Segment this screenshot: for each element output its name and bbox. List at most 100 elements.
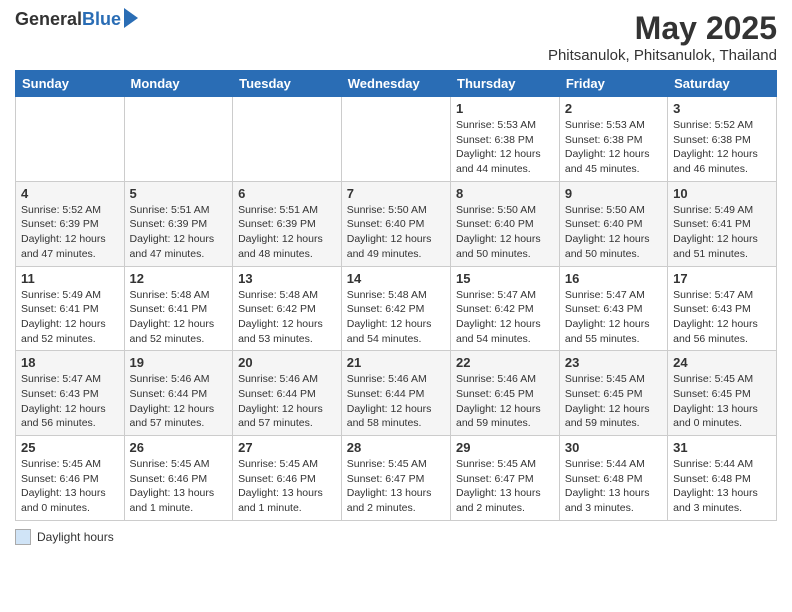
calendar-cell: 10 Sunrise: 5:49 AMSunset: 6:41 PMDayligh… xyxy=(668,181,777,266)
calendar-header-monday: Monday xyxy=(124,71,233,97)
day-detail: Sunrise: 5:44 AMSunset: 6:48 PMDaylight:… xyxy=(673,457,771,516)
calendar-header-thursday: Thursday xyxy=(451,71,560,97)
calendar-cell: 9 Sunrise: 5:50 AMSunset: 6:40 PMDaylight… xyxy=(559,181,667,266)
calendar-header-wednesday: Wednesday xyxy=(341,71,450,97)
calendar-cell xyxy=(16,97,125,182)
calendar-cell: 22 Sunrise: 5:46 AMSunset: 6:45 PMDayligh… xyxy=(451,351,560,436)
day-detail: Sunrise: 5:49 AMSunset: 6:41 PMDaylight:… xyxy=(21,288,119,347)
day-number: 7 xyxy=(347,186,445,201)
logo-blue: Blue xyxy=(82,10,121,30)
legend: Daylight hours xyxy=(15,529,777,545)
day-detail: Sunrise: 5:45 AMSunset: 6:46 PMDaylight:… xyxy=(238,457,336,516)
day-detail: Sunrise: 5:47 AMSunset: 6:43 PMDaylight:… xyxy=(565,288,662,347)
calendar-cell: 21 Sunrise: 5:46 AMSunset: 6:44 PMDayligh… xyxy=(341,351,450,436)
day-number: 30 xyxy=(565,440,662,455)
day-number: 31 xyxy=(673,440,771,455)
day-detail: Sunrise: 5:45 AMSunset: 6:46 PMDaylight:… xyxy=(130,457,228,516)
day-number: 28 xyxy=(347,440,445,455)
day-detail: Sunrise: 5:44 AMSunset: 6:48 PMDaylight:… xyxy=(565,457,662,516)
calendar-cell: 31 Sunrise: 5:44 AMSunset: 6:48 PMDayligh… xyxy=(668,436,777,521)
calendar-cell: 15 Sunrise: 5:47 AMSunset: 6:42 PMDayligh… xyxy=(451,266,560,351)
day-number: 8 xyxy=(456,186,554,201)
day-number: 4 xyxy=(21,186,119,201)
day-number: 23 xyxy=(565,355,662,370)
calendar-cell: 4 Sunrise: 5:52 AMSunset: 6:39 PMDaylight… xyxy=(16,181,125,266)
logo-arrow-icon xyxy=(124,8,138,28)
calendar-cell: 16 Sunrise: 5:47 AMSunset: 6:43 PMDayligh… xyxy=(559,266,667,351)
day-number: 2 xyxy=(565,101,662,116)
day-detail: Sunrise: 5:45 AMSunset: 6:45 PMDaylight:… xyxy=(673,372,771,431)
calendar-cell: 5 Sunrise: 5:51 AMSunset: 6:39 PMDaylight… xyxy=(124,181,233,266)
calendar-header-tuesday: Tuesday xyxy=(233,71,342,97)
day-number: 3 xyxy=(673,101,771,116)
day-detail: Sunrise: 5:52 AMSunset: 6:38 PMDaylight:… xyxy=(673,118,771,177)
day-detail: Sunrise: 5:46 AMSunset: 6:45 PMDaylight:… xyxy=(456,372,554,431)
calendar-cell: 19 Sunrise: 5:46 AMSunset: 6:44 PMDayligh… xyxy=(124,351,233,436)
day-detail: Sunrise: 5:48 AMSunset: 6:42 PMDaylight:… xyxy=(238,288,336,347)
calendar-cell: 2 Sunrise: 5:53 AMSunset: 6:38 PMDaylight… xyxy=(559,97,667,182)
calendar-cell: 26Sunrise: 5:45 AMSunset: 6:46 PMDayligh… xyxy=(124,436,233,521)
day-detail: Sunrise: 5:46 AMSunset: 6:44 PMDaylight:… xyxy=(130,372,228,431)
day-detail: Sunrise: 5:46 AMSunset: 6:44 PMDaylight:… xyxy=(238,372,336,431)
calendar-cell: 27Sunrise: 5:45 AMSunset: 6:46 PMDayligh… xyxy=(233,436,342,521)
calendar-cell: 30 Sunrise: 5:44 AMSunset: 6:48 PMDayligh… xyxy=(559,436,667,521)
calendar-cell: 6 Sunrise: 5:51 AMSunset: 6:39 PMDaylight… xyxy=(233,181,342,266)
legend-label: Daylight hours xyxy=(37,530,114,544)
page-subtitle: Phitsanulok, Phitsanulok, Thailand xyxy=(548,47,777,64)
calendar-week-row: 1Sunrise: 5:53 AMSunset: 6:38 PMDaylight… xyxy=(16,97,777,182)
day-number: 6 xyxy=(238,186,336,201)
calendar-cell xyxy=(233,97,342,182)
calendar-cell: 8 Sunrise: 5:50 AMSunset: 6:40 PMDaylight… xyxy=(451,181,560,266)
day-number: 24 xyxy=(673,355,771,370)
calendar-cell: 20Sunrise: 5:46 AMSunset: 6:44 PMDayligh… xyxy=(233,351,342,436)
calendar-header-row: SundayMondayTuesdayWednesdayThursdayFrid… xyxy=(16,71,777,97)
day-detail: Sunrise: 5:51 AMSunset: 6:39 PMDaylight:… xyxy=(130,203,228,262)
calendar-cell xyxy=(341,97,450,182)
day-number: 22 xyxy=(456,355,554,370)
calendar-cell: 14Sunrise: 5:48 AMSunset: 6:42 PMDayligh… xyxy=(341,266,450,351)
calendar-cell: 29Sunrise: 5:45 AMSunset: 6:47 PMDayligh… xyxy=(451,436,560,521)
day-detail: Sunrise: 5:46 AMSunset: 6:44 PMDaylight:… xyxy=(347,372,445,431)
calendar-cell xyxy=(124,97,233,182)
day-detail: Sunrise: 5:47 AMSunset: 6:42 PMDaylight:… xyxy=(456,288,554,347)
day-detail: Sunrise: 5:50 AMSunset: 6:40 PMDaylight:… xyxy=(456,203,554,262)
day-number: 9 xyxy=(565,186,662,201)
day-number: 10 xyxy=(673,186,771,201)
calendar-cell: 24 Sunrise: 5:45 AMSunset: 6:45 PMDayligh… xyxy=(668,351,777,436)
day-detail: Sunrise: 5:53 AMSunset: 6:38 PMDaylight:… xyxy=(565,118,662,177)
day-number: 21 xyxy=(347,355,445,370)
day-number: 16 xyxy=(565,271,662,286)
calendar-cell: 11Sunrise: 5:49 AMSunset: 6:41 PMDayligh… xyxy=(16,266,125,351)
calendar-header-saturday: Saturday xyxy=(668,71,777,97)
day-detail: Sunrise: 5:50 AMSunset: 6:40 PMDaylight:… xyxy=(347,203,445,262)
calendar-cell: 13Sunrise: 5:48 AMSunset: 6:42 PMDayligh… xyxy=(233,266,342,351)
calendar-cell: 3 Sunrise: 5:52 AMSunset: 6:38 PMDaylight… xyxy=(668,97,777,182)
title-block: May 2025 Phitsanulok, Phitsanulok, Thail… xyxy=(548,10,777,64)
day-number: 15 xyxy=(456,271,554,286)
calendar-header-sunday: Sunday xyxy=(16,71,125,97)
calendar-cell: 7 Sunrise: 5:50 AMSunset: 6:40 PMDaylight… xyxy=(341,181,450,266)
calendar-cell: 18 Sunrise: 5:47 AMSunset: 6:43 PMDayligh… xyxy=(16,351,125,436)
day-number: 17 xyxy=(673,271,771,286)
calendar-week-row: 11Sunrise: 5:49 AMSunset: 6:41 PMDayligh… xyxy=(16,266,777,351)
day-detail: Sunrise: 5:49 AMSunset: 6:41 PMDaylight:… xyxy=(673,203,771,262)
day-number: 12 xyxy=(130,271,228,286)
calendar-cell: 28Sunrise: 5:45 AMSunset: 6:47 PMDayligh… xyxy=(341,436,450,521)
day-number: 18 xyxy=(21,355,119,370)
day-detail: Sunrise: 5:48 AMSunset: 6:41 PMDaylight:… xyxy=(130,288,228,347)
calendar-cell: 25Sunrise: 5:45 AMSunset: 6:46 PMDayligh… xyxy=(16,436,125,521)
calendar-week-row: 18 Sunrise: 5:47 AMSunset: 6:43 PMDayligh… xyxy=(16,351,777,436)
calendar-cell: 12 Sunrise: 5:48 AMSunset: 6:41 PMDayligh… xyxy=(124,266,233,351)
legend-box xyxy=(15,529,31,545)
day-number: 5 xyxy=(130,186,228,201)
day-detail: Sunrise: 5:47 AMSunset: 6:43 PMDaylight:… xyxy=(21,372,119,431)
calendar-cell: 17Sunrise: 5:47 AMSunset: 6:43 PMDayligh… xyxy=(668,266,777,351)
logo: General Blue xyxy=(15,10,138,30)
day-detail: Sunrise: 5:52 AMSunset: 6:39 PMDaylight:… xyxy=(21,203,119,262)
day-detail: Sunrise: 5:48 AMSunset: 6:42 PMDaylight:… xyxy=(347,288,445,347)
day-detail: Sunrise: 5:50 AMSunset: 6:40 PMDaylight:… xyxy=(565,203,662,262)
day-number: 19 xyxy=(130,355,228,370)
day-detail: Sunrise: 5:51 AMSunset: 6:39 PMDaylight:… xyxy=(238,203,336,262)
day-detail: Sunrise: 5:45 AMSunset: 6:47 PMDaylight:… xyxy=(456,457,554,516)
page-header: General Blue May 2025 Phitsanulok, Phits… xyxy=(15,10,777,64)
